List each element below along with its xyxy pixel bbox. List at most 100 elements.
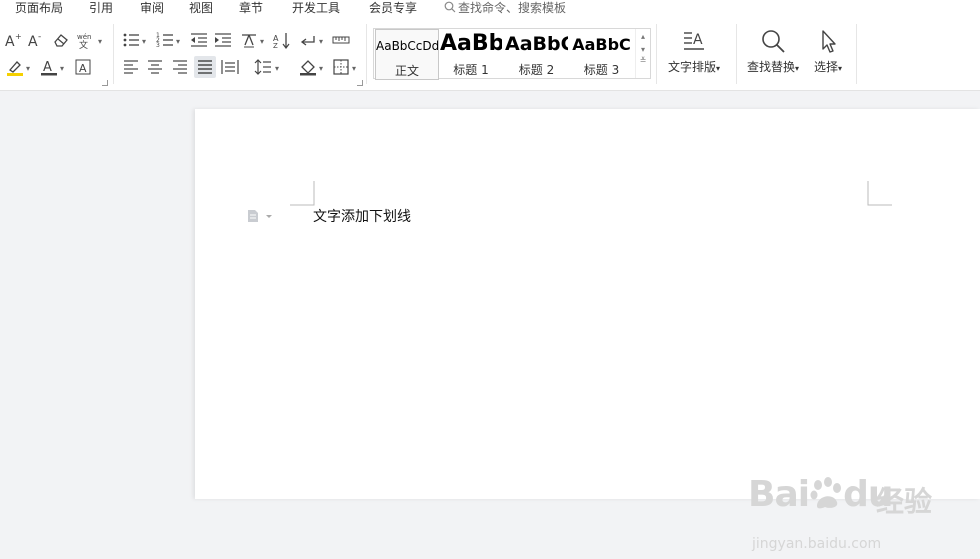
shading-button[interactable] bbox=[298, 57, 318, 77]
find-replace-label-text: 查找替换 bbox=[746, 60, 795, 74]
find-replace-button[interactable]: 查找替换▾ bbox=[743, 28, 803, 75]
grow-font-icon: A + bbox=[5, 32, 22, 49]
style-heading-3[interactable]: AaBbC 标题 3 bbox=[570, 29, 633, 78]
separator bbox=[656, 24, 657, 84]
decrease-indent-button[interactable] bbox=[189, 30, 209, 50]
increase-indent-button[interactable] bbox=[213, 30, 233, 50]
style-name: 标题 2 bbox=[518, 63, 555, 77]
show-hide-marks-button[interactable] bbox=[298, 30, 318, 50]
watermark-brand: Bai du bbox=[748, 474, 893, 515]
font-color-dropdown-icon[interactable]: ▾ bbox=[60, 64, 64, 73]
watermark-brand-text: Bai bbox=[748, 474, 810, 515]
bullet-dropdown-icon[interactable]: ▾ bbox=[142, 37, 146, 46]
style-name: 正文 bbox=[394, 64, 419, 78]
table-tabs-button[interactable] bbox=[331, 30, 351, 50]
borders-button[interactable] bbox=[331, 57, 351, 77]
numbering-dropdown-icon[interactable]: ▾ bbox=[176, 37, 180, 46]
scroll-down-icon[interactable]: ▾ bbox=[636, 45, 650, 54]
cursor-arrow-icon bbox=[822, 30, 836, 53]
phonetic-guide-button[interactable]: wén 文 bbox=[76, 30, 98, 50]
paragraph-layout-icon[interactable] bbox=[247, 208, 275, 227]
document-body-text[interactable]: 文字添加下划线 bbox=[313, 206, 411, 226]
phonetic-dropdown-icon[interactable]: ▾ bbox=[98, 37, 102, 46]
shading-dropdown-icon[interactable]: ▾ bbox=[319, 64, 323, 73]
bullet-list-button[interactable] bbox=[121, 30, 141, 50]
chinese-layout-dropdown-icon[interactable]: ▾ bbox=[260, 37, 264, 46]
paw-logo-icon bbox=[810, 477, 842, 509]
text-layout-label: 文字排版▾ bbox=[664, 58, 724, 75]
menu-review[interactable]: 审阅 bbox=[140, 0, 164, 16]
style-preview: AaBbCcDd bbox=[376, 39, 438, 53]
scroll-up-icon[interactable]: ▴ bbox=[636, 32, 650, 41]
select-button[interactable]: 选择▾ bbox=[806, 28, 850, 75]
line-spacing-dropdown-icon[interactable]: ▾ bbox=[275, 64, 279, 73]
shrink-font-button[interactable]: A- bbox=[26, 30, 46, 50]
paragraph-dialog-launcher-icon[interactable] bbox=[357, 80, 363, 86]
menu-chapter[interactable]: 章节 bbox=[239, 0, 263, 16]
crop-mark-top-right bbox=[867, 181, 892, 206]
style-gallery-scroll[interactable]: ▴ ▾ ≚ bbox=[635, 29, 650, 78]
numbered-list-button[interactable]: 123 bbox=[155, 30, 175, 50]
select-label-text: 选择 bbox=[813, 60, 838, 74]
document-area[interactable]: 文字添加下划线 Bai du 经验 jingyan.baidu.com bbox=[0, 91, 980, 552]
text-layout-dropdown-icon: ▾ bbox=[716, 64, 721, 73]
eraser-icon bbox=[54, 34, 68, 47]
menu-references[interactable]: 引用 bbox=[89, 0, 113, 16]
svg-text:-: - bbox=[38, 32, 41, 42]
svg-text:A: A bbox=[28, 34, 38, 49]
menu-member[interactable]: 会员专享 bbox=[369, 0, 417, 16]
align-left-button[interactable] bbox=[121, 57, 141, 77]
style-heading-2[interactable]: AaBbC 标题 2 bbox=[505, 29, 568, 78]
menu-view[interactable]: 视图 bbox=[189, 0, 213, 16]
marks-dropdown-icon[interactable]: ▾ bbox=[319, 37, 323, 46]
document-page[interactable]: 文字添加下划线 bbox=[195, 109, 980, 499]
align-right-icon bbox=[173, 60, 187, 74]
numbered-list-icon: 123 bbox=[156, 32, 173, 49]
highlight-color-button[interactable] bbox=[5, 57, 25, 77]
align-left-icon bbox=[124, 60, 138, 74]
line-spacing-button[interactable] bbox=[253, 57, 273, 77]
menu-page-layout[interactable]: 页面布局 bbox=[15, 0, 63, 16]
font-dialog-launcher-icon[interactable] bbox=[102, 80, 108, 86]
character-border-button[interactable]: A bbox=[73, 57, 93, 77]
font-color-icon: A bbox=[41, 60, 57, 76]
style-preview: AaBbC bbox=[505, 33, 568, 55]
justify-icon bbox=[198, 60, 212, 74]
ruler-icon bbox=[332, 36, 350, 44]
separator bbox=[736, 24, 737, 84]
distributed-align-button[interactable] bbox=[220, 57, 240, 77]
clear-format-button[interactable] bbox=[51, 30, 71, 50]
chinese-layout-icon bbox=[242, 34, 256, 48]
font-color-button[interactable]: A bbox=[39, 57, 59, 77]
style-heading-1[interactable]: AaBb 标题 1 bbox=[440, 29, 502, 78]
watermark-url: jingyan.baidu.com bbox=[752, 536, 882, 552]
paint-bucket-icon bbox=[300, 60, 316, 76]
style-preview: AaBb bbox=[440, 31, 502, 56]
gallery-expand-icon[interactable]: ≚ bbox=[636, 56, 650, 65]
svg-text:A: A bbox=[43, 60, 52, 75]
separator bbox=[856, 24, 857, 84]
separator bbox=[113, 24, 114, 84]
magnifier-icon bbox=[762, 30, 785, 53]
chinese-layout-button[interactable] bbox=[239, 30, 259, 50]
style-normal[interactable]: AaBbCcDd 正文 bbox=[375, 29, 439, 80]
svg-text:wén: wén bbox=[77, 33, 91, 41]
highlight-dropdown-icon[interactable]: ▾ bbox=[26, 64, 30, 73]
command-search-placeholder: 查找命令、搜索模板 bbox=[458, 1, 567, 15]
justify-button[interactable] bbox=[194, 56, 216, 78]
style-name: 标题 3 bbox=[583, 63, 620, 77]
grow-font-button[interactable]: A + bbox=[3, 30, 23, 50]
menu-developer-tools[interactable]: 开发工具 bbox=[292, 0, 340, 16]
sort-button[interactable]: AZ bbox=[272, 30, 292, 50]
sort-icon: AZ bbox=[273, 33, 290, 49]
svg-text:3: 3 bbox=[156, 42, 160, 49]
svg-text:A: A bbox=[693, 32, 703, 48]
command-search[interactable]: 查找命令、搜索模板 bbox=[444, 0, 566, 17]
text-layout-button[interactable]: A 文字排版▾ bbox=[664, 28, 724, 75]
text-layout-icon: A bbox=[684, 32, 704, 50]
phonetic-guide-icon: wén文 bbox=[77, 33, 91, 49]
search-icon bbox=[444, 1, 456, 17]
align-right-button[interactable] bbox=[170, 57, 190, 77]
align-center-button[interactable] bbox=[145, 57, 165, 77]
borders-dropdown-icon[interactable]: ▾ bbox=[352, 64, 356, 73]
